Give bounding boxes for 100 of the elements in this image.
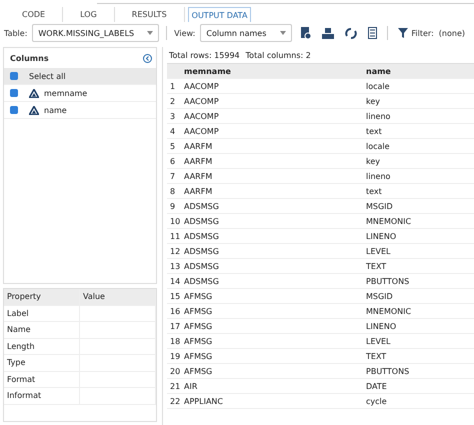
table-dropdown[interactable]: WORK.MISSING_LABELS [32,24,160,42]
table-cell-text: AACOMP [183,110,220,122]
view-label: View: [174,28,196,38]
table-cell-text: AACOMP [183,96,220,108]
column-name: name [44,106,67,114]
row-number: 4 [169,126,176,138]
table-cell-text: DATE [365,380,388,392]
table-cell-text: APPLIANC [183,396,224,408]
table-cell: Length [4,338,80,354]
checkbox[interactable] [10,72,18,80]
table-cell-text: AARFM [183,156,214,168]
table-cell-text: AFMSG [183,306,214,318]
checkbox[interactable] [10,89,18,97]
select-all-label: Select all [29,72,66,80]
table-cell-text: MNEMONIC [365,216,412,228]
table-cell-text: ADSMSG [183,246,220,258]
table-cell-text: AFMSG [183,336,214,348]
column-name: memname [44,88,88,98]
column-count: Total columns: 2 [246,50,311,60]
column-header: memname [183,66,232,78]
row-number: 5 [169,140,176,152]
table-cell: Name [4,322,80,338]
tab[interactable]: OUTPUT DATA [188,7,252,22]
row-number: 19 [169,350,181,362]
table-cell-text: MSGID [365,200,394,212]
table-cell-text: LINENO [365,320,398,332]
row-number: 16 [169,306,181,318]
triangle-icon [29,106,39,114]
table-cell-text: key [365,156,382,168]
column-header: name [365,66,392,78]
table-cell-text: locale [365,80,391,92]
triangle-icon [29,88,39,98]
table-cell-text: LEVEL [365,336,392,348]
filter-icon[interactable] [398,28,408,38]
row-number: 1 [169,80,176,92]
caret-icon [147,31,154,35]
row-number: 20 [169,366,181,378]
table-cell-text: locale [365,140,391,152]
table-cell-text: AFMSG [183,350,214,362]
caret-icon [280,31,286,35]
refresh-icon[interactable] [345,28,358,38]
table-cell-text: AFMSG [183,320,214,332]
table-cell-text: ADSMSG [183,260,220,272]
row-number: 17 [169,320,181,332]
printer-icon[interactable] [322,28,334,38]
table-cell-text: lineno [365,110,392,122]
table-cell-text: AACOMP [183,126,220,138]
row-number: 13 [169,260,181,272]
tab[interactable]: RESULTS [114,7,185,22]
row-number: 8 [169,186,176,198]
row-number: 14 [169,276,181,288]
row-number: 18 [169,336,181,348]
table-cell: Type [4,355,80,370]
list-icon[interactable] [368,27,378,39]
table-cell-text: MSGID [365,290,394,302]
table-cell-text: TEXT [365,350,388,362]
table-cell-text: LINENO [365,230,398,242]
column-header: Value [80,289,156,304]
row-number: 22 [169,396,181,408]
row-number: 9 [169,200,176,212]
table-cell-text: AACOMP [183,80,220,92]
table-cell-text: TEXT [365,260,388,272]
panel-title: Columns [10,54,49,62]
filter-value: (none) [438,28,465,38]
table-cell: Informat [4,388,80,404]
row-count: Total rows: 15994 [169,50,240,60]
row-number: 6 [169,156,176,168]
row-number: 21 [169,380,181,392]
table-cell-text: AFMSG [183,290,214,302]
table-cell-text: ADSMSG [183,216,220,228]
table-cell-text: AFMSG [183,366,214,378]
tab[interactable]: LOG [63,7,115,22]
row-number: 12 [169,246,181,258]
row-number: 3 [169,110,176,122]
table-cell-text: LEVEL [365,246,392,258]
table-cell-text: lineno [365,170,392,182]
checkbox[interactable] [10,106,18,114]
table-cell-text: PBUTTONS [365,366,410,378]
table-cell-text: ADSMSG [183,276,220,288]
filter-label: Filter: [411,28,434,38]
collapse-icon[interactable] [143,54,152,62]
table-label: Table: [4,28,28,38]
table-cell-text: text [365,126,383,138]
column-header: Property [4,289,80,304]
table-cell-text: text [365,186,383,198]
table-cell-text: cycle [365,396,388,408]
table-cell: Format [4,372,80,387]
table-cell-text: AARFM [183,140,214,152]
table-cell-text: AARFM [183,170,214,182]
row-number: 15 [169,290,181,302]
view-dropdown[interactable]: Column names [200,24,292,42]
row-number: 2 [169,96,176,108]
table-cell-text: AIR [183,380,198,392]
document-icon[interactable] [300,27,312,39]
table-cell-text: MNEMONIC [365,306,412,318]
table-cell-text: PBUTTONS [365,276,410,288]
table-cell-text: ADSMSG [183,230,220,242]
row-number: 7 [169,170,176,182]
row-number: 10 [169,216,181,228]
tab[interactable]: CODE [5,7,64,22]
